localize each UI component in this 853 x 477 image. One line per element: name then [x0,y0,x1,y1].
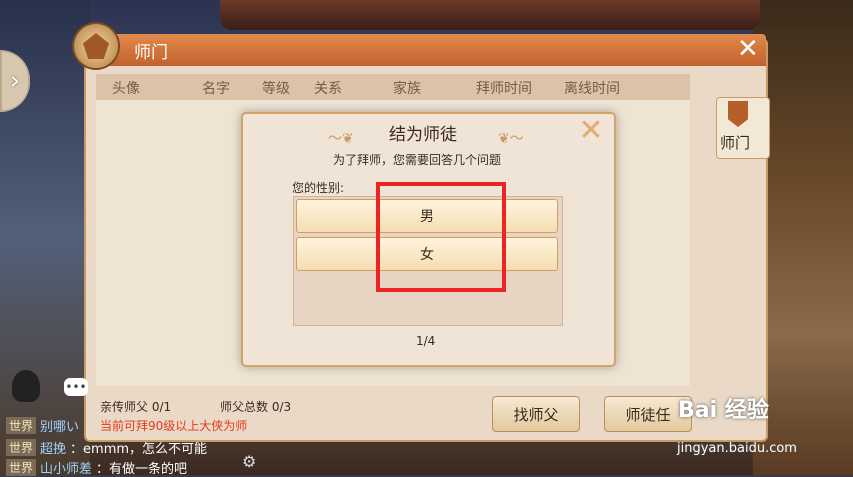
panel-title: 师门 [134,43,168,63]
roof-decoration [220,0,760,30]
col-join-time: 拜师时间 [476,81,532,97]
sect-emblem-icon [74,24,118,68]
chat-line: 世界 山小师差 ：有做一条的吧 [6,458,187,477]
col-name: 名字 [202,81,230,97]
col-avatar: 头像 [112,81,140,97]
highlight-box [376,182,506,292]
col-relation: 关系 [314,81,342,97]
total-master-count: 师父总数 0/3 [220,400,292,414]
watermark-url: jingyan.baidu.com [677,441,797,456]
player-avatar[interactable] [12,370,40,402]
dialog-subtitle: 为了拜师，您需要回答几个问题 [333,153,502,167]
chat-bubble-icon[interactable]: ••• [64,378,88,396]
question-label: 您的性别: [292,181,345,195]
col-level: 等级 [262,81,290,97]
chat-line: 世界 别哪い [6,416,83,435]
swirl-right-icon: ❦〜 [498,131,524,147]
baidu-watermark: Bai 经验 [678,398,769,423]
col-offline-time: 离线时间 [564,81,620,97]
tab-master-label: 师门 [720,134,751,152]
find-master-button[interactable]: 找师父 [492,396,580,432]
dialog-title: 结为师徒 [389,125,457,145]
level-requirement-note: 当前可拜90级以上大侠为师 [100,419,248,433]
dialog-close-button[interactable]: ✕ [577,116,605,146]
settings-gear-icon[interactable]: ⚙ [242,452,256,471]
col-family: 家族 [393,81,421,97]
swirl-left-icon: 〜❦ [328,131,354,147]
panel-close-button[interactable]: ✕ [737,34,759,64]
panel-title-bar [86,34,766,66]
question-progress: 1/4 [416,334,436,348]
chat-line: 世界 超挽 ：emmm，怎么不可能 [6,438,207,457]
chevron-right-icon: › [9,66,21,96]
direct-master-count: 亲传师父 0/1 [100,400,172,414]
